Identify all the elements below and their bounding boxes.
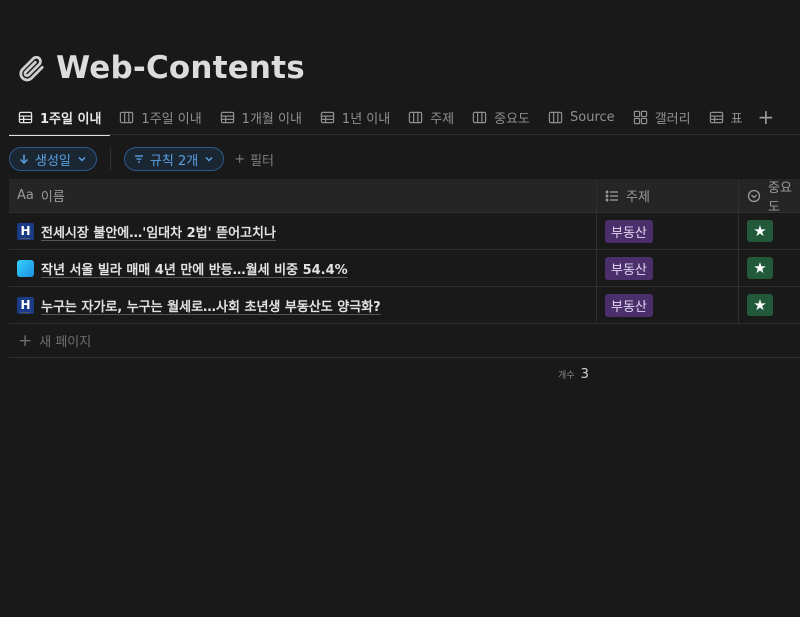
row-title: 작년 서울 빌라 매매 4년 만에 반등…월세 비중 54.4% xyxy=(41,262,348,278)
tab-label: Source xyxy=(570,109,615,125)
topic-tag: 부동산 xyxy=(605,293,653,317)
tab-label: 표 xyxy=(730,111,743,127)
tab-label: 갤러리 xyxy=(654,111,691,127)
importance-cell[interactable]: ★ xyxy=(738,250,800,286)
count-value: 3 xyxy=(580,367,589,382)
importance-cell[interactable]: ★ xyxy=(738,213,800,249)
paperclip-icon xyxy=(19,55,44,82)
list-icon xyxy=(605,190,618,201)
table-icon xyxy=(18,111,33,123)
tab-1week-table[interactable]: 1주일 이내 xyxy=(9,102,111,136)
tab-gallery[interactable]: 갤러리 xyxy=(624,102,700,132)
add-filter-label: 필터 xyxy=(250,153,275,169)
tab-label: 1년 이내 xyxy=(341,111,391,127)
topic-tag: 부동산 xyxy=(605,219,653,243)
row-title-cell[interactable]: H 전세시장 불안에…'임대차 2법' 뜯어고치나 xyxy=(9,213,596,249)
site-favicon-icon: H xyxy=(17,296,34,314)
topic-cell[interactable]: 부동산 xyxy=(596,213,738,249)
column-label: 이름 xyxy=(40,190,65,205)
text-property-icon: Aa xyxy=(17,188,34,203)
table-row[interactable]: H 전세시장 불안에…'임대차 2법' 뜯어고치나 부동산 ★ xyxy=(9,213,800,250)
count-label: 개수 xyxy=(558,371,575,381)
tab-topic[interactable]: 주제 xyxy=(399,102,463,132)
tabs-divider xyxy=(9,134,800,135)
board-icon xyxy=(120,111,134,123)
tab-1week-board[interactable]: 1주일 이내 xyxy=(110,102,210,132)
row-title-cell[interactable]: 작년 서울 빌라 매매 4년 만에 반등…월세 비중 54.4% xyxy=(9,250,596,286)
board-icon xyxy=(409,111,423,123)
page-title: Web-Contents xyxy=(56,50,305,86)
database-table: Aa 이름 주제 중요도 H 전세시장 불안에…'임대차 2법' 뜯어고치나 부… xyxy=(9,179,800,358)
select-icon xyxy=(747,189,761,202)
tab-1month[interactable]: 1개월 이내 xyxy=(211,102,311,132)
chevron-down-icon xyxy=(78,156,86,162)
table-icon xyxy=(220,111,234,123)
table-icon xyxy=(320,111,335,123)
plus-icon: + xyxy=(234,151,246,167)
filter-icon xyxy=(134,155,143,163)
plus-icon: + xyxy=(18,330,33,351)
arrow-down-icon xyxy=(19,154,29,165)
tab-table[interactable]: 표 xyxy=(700,102,752,132)
topic-cell[interactable]: 부동산 xyxy=(596,250,738,286)
column-label: 주제 xyxy=(626,190,650,205)
filter-bar: 생성일 규칙 2개 + 필터 xyxy=(9,147,274,171)
sort-label: 생성일 xyxy=(35,153,71,169)
chevron-down-icon xyxy=(205,156,213,162)
column-header-topic[interactable]: 주제 xyxy=(596,179,738,212)
tab-importance[interactable]: 중요도 xyxy=(463,102,539,132)
column-header-name[interactable]: Aa 이름 xyxy=(9,179,596,212)
importance-cell[interactable]: ★ xyxy=(738,287,800,323)
board-icon xyxy=(472,111,487,123)
row-title: 누구는 자가로, 누구는 월세로…사회 초년생 부동산도 양극화? xyxy=(41,299,381,315)
add-filter-button[interactable]: + 필터 xyxy=(234,150,274,169)
star-icon: ★ xyxy=(747,220,773,242)
table-row[interactable]: 작년 서울 빌라 매매 4년 만에 반등…월세 비중 54.4% 부동산 ★ xyxy=(9,250,800,287)
row-title: 전세시장 불안에…'임대차 2법' 뜯어고치나 xyxy=(41,225,276,241)
rules-pill[interactable]: 규칙 2개 xyxy=(123,147,225,171)
table-row[interactable]: H 누구는 자가로, 누구는 월세로…사회 초년생 부동산도 양극화? 부동산 … xyxy=(9,287,800,324)
sort-pill[interactable]: 생성일 xyxy=(9,147,97,171)
tab-label: 1개월 이내 xyxy=(241,111,302,127)
topic-cell[interactable]: 부동산 xyxy=(596,287,738,323)
new-page-label: 새 페이지 xyxy=(39,335,92,350)
star-icon: ★ xyxy=(747,257,773,279)
view-tabs: 1주일 이내 1주일 이내 1개월 이내 1년 이내 주제 중요도 Source… xyxy=(9,100,781,136)
board-icon xyxy=(548,111,563,123)
row-count[interactable]: 개수 3 xyxy=(558,367,589,382)
page-header: Web-Contents xyxy=(16,50,305,86)
site-favicon-icon xyxy=(17,259,34,277)
table-header: Aa 이름 주제 중요도 xyxy=(9,179,800,213)
row-title-cell[interactable]: H 누구는 자가로, 누구는 월세로…사회 초년생 부동산도 양극화? xyxy=(9,287,596,323)
tab-label: 주제 xyxy=(430,111,455,127)
tab-1year[interactable]: 1년 이내 xyxy=(311,102,399,132)
column-label: 중요도 xyxy=(768,180,792,213)
gallery-icon xyxy=(633,110,647,124)
topic-tag: 부동산 xyxy=(605,256,653,280)
column-header-importance[interactable]: 중요도 xyxy=(738,179,800,212)
rules-label: 규칙 2개 xyxy=(149,153,199,169)
new-page-button[interactable]: + 새 페이지 xyxy=(9,324,800,358)
site-favicon-icon: H xyxy=(17,222,34,240)
tab-source[interactable]: Source xyxy=(539,102,624,132)
star-icon: ★ xyxy=(747,294,773,316)
tab-label: 1주일 이내 xyxy=(40,111,102,127)
filter-divider xyxy=(109,148,111,170)
table-icon xyxy=(709,111,723,123)
tab-label: 중요도 xyxy=(494,111,531,127)
tab-label: 1주일 이내 xyxy=(141,111,202,127)
add-view-button[interactable]: + xyxy=(752,107,781,127)
